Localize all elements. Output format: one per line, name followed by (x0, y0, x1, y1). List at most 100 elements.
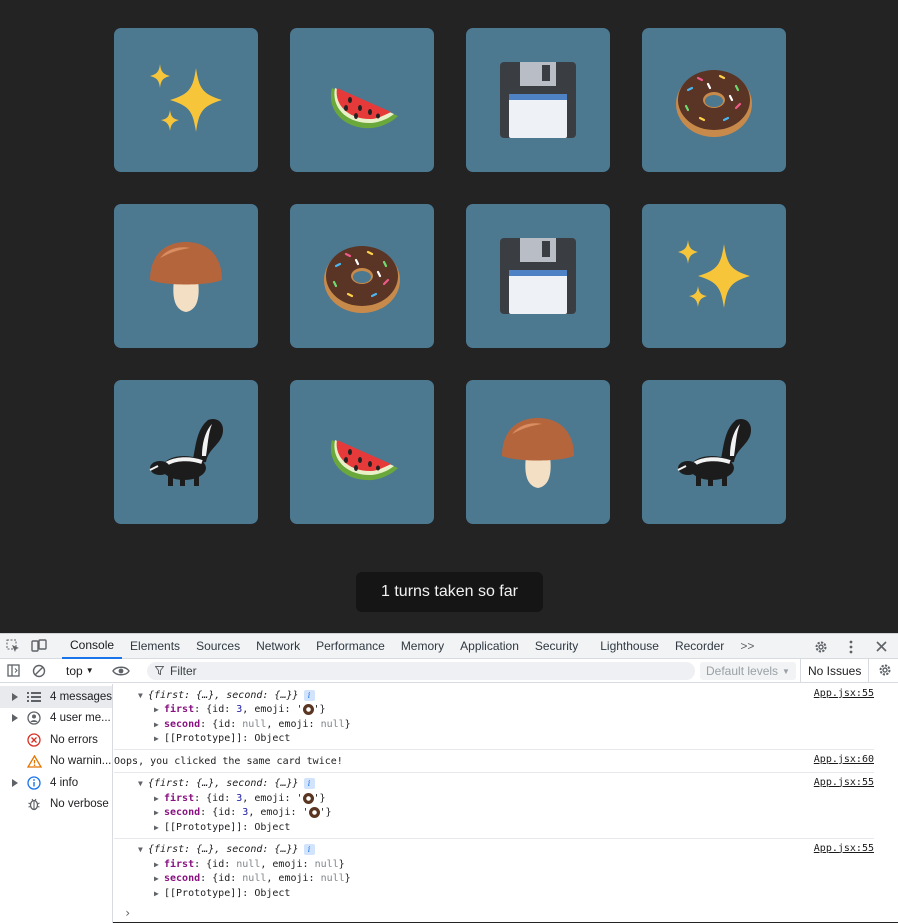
donut-icon (308, 807, 320, 819)
expand-arrow-icon[interactable]: ▶ (154, 823, 164, 832)
expand-arrow-icon[interactable]: ▶ (154, 860, 164, 869)
mushroom-icon (146, 236, 226, 316)
expand-arrow-icon[interactable]: ▶ (154, 808, 164, 817)
card[interactable] (290, 204, 434, 348)
sidebar-item-label: 4 info (50, 776, 79, 789)
list-icon (24, 691, 44, 702)
source-link[interactable]: App.jsx:55 (814, 688, 874, 699)
floppy-disk-icon (498, 60, 578, 140)
issues-button[interactable]: No Issues (800, 659, 870, 683)
source-link[interactable]: App.jsx:55 (814, 777, 874, 788)
warning-icon (24, 754, 44, 768)
donut-icon (674, 60, 754, 140)
chevron-down-icon: ▼ (782, 666, 790, 676)
source-link[interactable]: App.jsx:55 (814, 843, 874, 854)
card[interactable] (290, 380, 434, 524)
sidebar-item-user-messages[interactable]: 4 user me... (0, 708, 112, 730)
expand-arrow-icon[interactable]: ▶ (154, 874, 164, 883)
bug-icon (24, 797, 44, 811)
sidebar-item-info[interactable]: 4 info (0, 772, 112, 794)
info-badge-icon: i (303, 689, 315, 701)
devtools-panel: Console Elements Sources Network Perform… (0, 633, 898, 923)
expand-arrow-icon[interactable]: ▶ (154, 794, 164, 803)
skunk-icon (146, 412, 226, 492)
clear-console-icon[interactable] (26, 659, 52, 683)
card[interactable] (114, 380, 258, 524)
console-toolbar: top ▼ Filter Default levels ▼ No Issues (0, 659, 898, 683)
collapse-arrow-icon[interactable]: ▼ (138, 779, 148, 788)
donut-icon (302, 792, 314, 804)
object-summary[interactable]: {first: {…}, second: {…}} (148, 844, 299, 855)
sidebar-item-label: No errors (50, 733, 98, 746)
collapse-arrow-icon[interactable]: ▼ (138, 845, 148, 854)
object-summary[interactable]: {first: {…}, second: {…}} (148, 778, 299, 789)
card[interactable] (114, 28, 258, 172)
card[interactable] (642, 204, 786, 348)
log-levels-dropdown[interactable]: Default levels ▼ (700, 662, 796, 680)
sidebar-item-messages[interactable]: 4 messages (0, 686, 112, 708)
expand-arrow-icon[interactable]: ▶ (154, 705, 164, 714)
expand-arrow-icon[interactable] (9, 714, 21, 723)
sidebar-item-label: 4 user me... (50, 712, 111, 725)
expand-arrow-icon[interactable] (9, 778, 21, 787)
card[interactable] (290, 28, 434, 172)
expand-arrow-icon[interactable]: ▶ (154, 889, 164, 898)
sidebar-toggle-icon[interactable] (0, 659, 26, 683)
eye-icon[interactable] (108, 659, 134, 683)
tab-console[interactable]: Console (62, 634, 123, 659)
card[interactable] (466, 204, 610, 348)
game-area: 1 turns taken so far (0, 0, 898, 633)
sidebar-item-verbose[interactable]: No verbose (0, 794, 112, 816)
donut-icon (322, 236, 402, 316)
tab-security[interactable]: Security (527, 634, 586, 659)
collapse-arrow-icon[interactable]: ▼ (138, 691, 148, 700)
sidebar-item-errors[interactable]: No errors (0, 729, 112, 751)
console-message: Oops, you clicked the same card twice! A… (114, 750, 874, 773)
card[interactable] (642, 380, 786, 524)
filter-placeholder: Filter (170, 664, 197, 678)
tab-memory[interactable]: Memory (393, 634, 452, 659)
card[interactable] (466, 380, 610, 524)
tab-elements[interactable]: Elements (122, 634, 188, 659)
card-grid (114, 28, 786, 524)
object-summary[interactable]: {first: {…}, second: {…}} (148, 690, 299, 701)
tab-lighthouse[interactable]: Lighthouse (592, 634, 667, 659)
context-selector[interactable]: top ▼ (60, 664, 100, 678)
tab-performance[interactable]: Performance (308, 634, 393, 659)
kebab-menu-icon[interactable] (838, 635, 864, 659)
settings-gear-icon[interactable] (808, 635, 834, 659)
close-icon[interactable] (868, 635, 894, 659)
console-message: ▼ {first: {…}, second: {…}} i ▶ first: {… (114, 773, 874, 839)
more-tabs-button[interactable]: >> (732, 634, 762, 659)
devtools-tabbar: Console Elements Sources Network Perform… (0, 634, 898, 659)
tab-recorder[interactable]: Recorder (667, 634, 732, 659)
turns-counter: 1 turns taken so far (356, 572, 543, 612)
tab-sources[interactable]: Sources (188, 634, 248, 659)
tab-application[interactable]: Application (452, 634, 527, 659)
sidebar-item-warnings[interactable]: No warnin... (0, 751, 112, 773)
sidebar-item-label: No warnin... (50, 755, 112, 768)
card[interactable] (642, 28, 786, 172)
console-settings-gear-icon[interactable] (878, 663, 892, 682)
inspect-element-icon[interactable] (0, 634, 26, 658)
device-toolbar-icon[interactable] (26, 634, 52, 658)
sidebar-item-label: No verbose (50, 798, 109, 811)
console-output: ▼ {first: {…}, second: {…}} i ▶ first: {… (114, 684, 898, 923)
info-badge-icon: i (303, 778, 315, 790)
error-icon (24, 733, 44, 747)
info-icon (24, 776, 44, 790)
info-badge-icon: i (303, 844, 315, 856)
console-sidebar: 4 messages 4 user me... No errors No war… (0, 684, 113, 923)
sidebar-item-label: 4 messages (50, 690, 112, 703)
console-prompt[interactable]: › (124, 906, 131, 920)
donut-icon (302, 704, 314, 716)
card[interactable] (114, 204, 258, 348)
expand-arrow-icon[interactable]: ▶ (154, 734, 164, 743)
filter-input[interactable]: Filter (147, 662, 695, 680)
sparkles-icon (146, 60, 226, 140)
expand-arrow-icon[interactable]: ▶ (154, 720, 164, 729)
tab-network[interactable]: Network (248, 634, 308, 659)
card[interactable] (466, 28, 610, 172)
expand-arrow-icon[interactable] (9, 692, 21, 701)
source-link[interactable]: App.jsx:60 (814, 754, 874, 765)
